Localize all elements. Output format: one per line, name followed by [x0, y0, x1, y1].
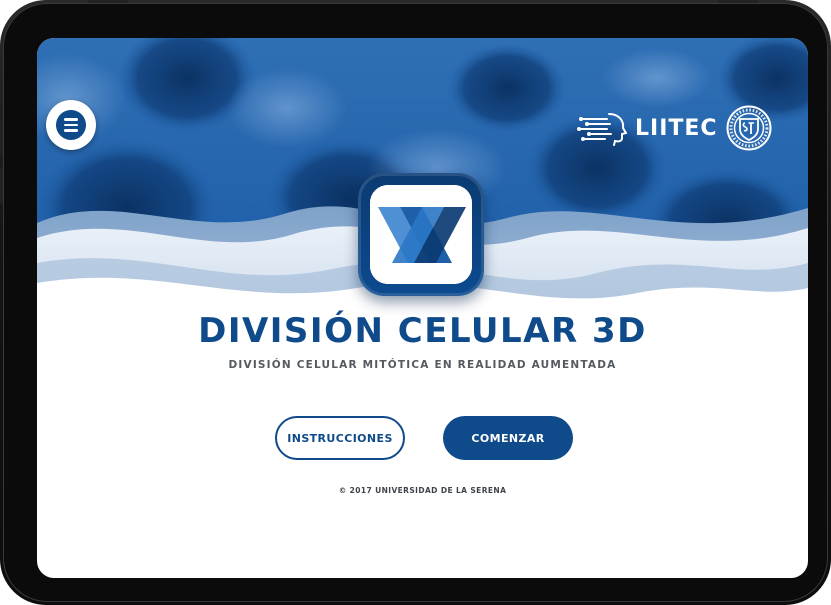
university-seal-icon: [726, 105, 772, 151]
liitec-logo-text: LIITEC: [635, 115, 718, 141]
start-button[interactable]: COMENZAR: [443, 416, 573, 460]
tablet-top-button: [88, 0, 128, 3]
app-icon: [358, 173, 484, 296]
tablet-side-button: [0, 168, 3, 204]
liitec-logo: LIITEC: [577, 100, 772, 156]
app-screen: LIITEC DIVISIÓN CELULAR 3D DIVISIÓN CELU…: [37, 38, 808, 578]
menu-button[interactable]: [46, 100, 96, 150]
tablet-top-button: [718, 0, 758, 3]
tablet-side-button: [0, 120, 3, 156]
app-icon-face: [370, 185, 472, 284]
circuit-head-icon: [577, 113, 627, 146]
copyright-text: © 2017 UNIVERSIDAD DE LA SERENA: [338, 486, 507, 495]
hamburger-menu-icon: [56, 110, 86, 140]
instructions-button[interactable]: INSTRUCCIONES: [275, 416, 405, 460]
chromosome-x-icon: [370, 185, 472, 284]
app-title: DIVISIÓN CELULAR 3D: [198, 311, 647, 351]
app-subtitle: DIVISIÓN CELULAR MITÓTICA EN REALIDAD AU…: [228, 359, 617, 371]
